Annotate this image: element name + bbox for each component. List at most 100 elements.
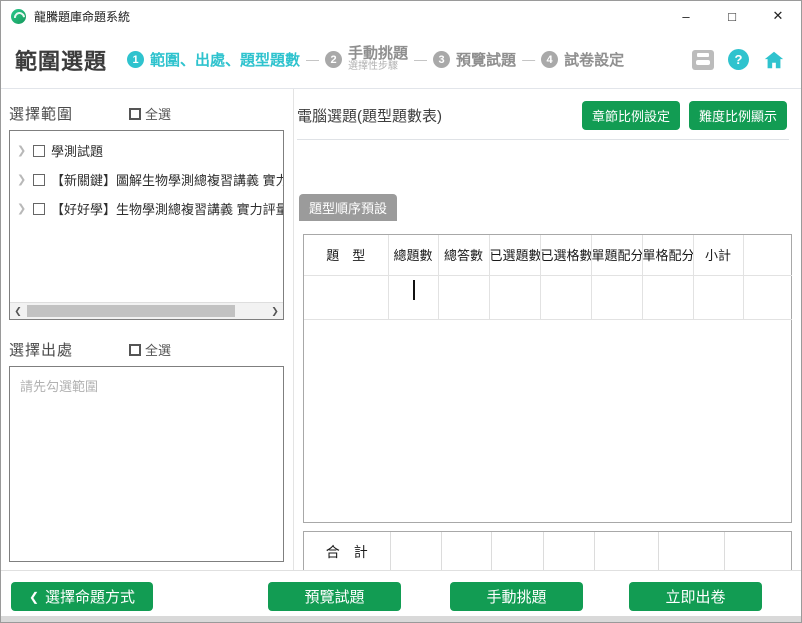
step-2-manual-pick[interactable]: 2 手動挑題 選擇性步驟 [325, 46, 408, 73]
window-controls: – □ ✕ [663, 1, 801, 31]
cell-points-per-cell[interactable] [642, 275, 693, 319]
tree-item-checkbox[interactable] [33, 145, 45, 157]
preview-questions-button[interactable]: 預覽試題 [268, 582, 401, 611]
step-dash: — [306, 52, 319, 67]
left-panel: 選擇範圍 全選 ❯ 學測試題 ❯ 【新關鍵】圖解生物學測總複習講義 實力評量 [9, 89, 284, 562]
step-4-label: 試卷設定 [564, 49, 624, 70]
col-total-answers: 總答數 [438, 235, 489, 275]
cell-selected-cells[interactable] [540, 275, 591, 319]
step-dash: — [522, 52, 535, 67]
tree-item-label: 【好好學】生物學測總複習講義 實力評量 [51, 199, 283, 218]
cell-points-per-question[interactable] [591, 275, 642, 319]
home-icon[interactable] [763, 49, 785, 71]
cell-question-type[interactable] [304, 275, 388, 319]
col-subtotal: 小計 [693, 235, 743, 275]
col-points-per-cell: 單格配分 [642, 235, 693, 275]
scroll-left-arrow[interactable]: ❮ [10, 303, 26, 319]
source-select-all-checkbox[interactable] [129, 344, 141, 356]
step-1-number: 1 [127, 51, 144, 68]
header: 範圍選題 1 範圍、出處、題型題數 — 2 手動挑題 選擇性步驟 — 3 預覽試… [1, 31, 801, 89]
close-button[interactable]: ✕ [755, 1, 801, 31]
step-3-number: 3 [433, 51, 450, 68]
col-points-per-question: 單題配分 [591, 235, 642, 275]
computer-select-header: 電腦選題(題型題數表) 章節比例設定 難度比例顯示 [297, 101, 795, 130]
cell-extra[interactable] [743, 275, 792, 319]
col-selected-questions: 已選題數 [489, 235, 540, 275]
col-total-questions: 總題數 [388, 235, 438, 275]
chevron-right-icon[interactable]: ❯ [17, 202, 29, 215]
totals-cell [658, 532, 724, 571]
app-logo-icon [11, 9, 26, 24]
step-3-preview[interactable]: 3 預覽試題 [433, 49, 516, 70]
horizontal-scrollbar[interactable]: ❮ ❯ [10, 302, 283, 319]
save-icon[interactable] [692, 50, 714, 70]
range-select-all: 全選 [129, 104, 171, 123]
manual-pick-button[interactable]: 手動挑題 [450, 582, 583, 611]
app-title: 龍騰題庫命題系統 [34, 8, 130, 25]
totals-cell [543, 532, 594, 571]
col-selected-cells: 已選格數 [540, 235, 591, 275]
header-icons: ? [692, 49, 785, 71]
cell-total-answers[interactable] [438, 275, 489, 319]
right-panel: 電腦選題(題型題數表) 章節比例設定 難度比例顯示 題型順序預設 [297, 89, 795, 572]
scrollbar-thumb[interactable] [27, 305, 235, 317]
tab-question-type-order[interactable]: 題型順序預設 [299, 194, 397, 221]
totals-cell [724, 532, 792, 571]
step-4-paper-settings[interactable]: 4 試卷設定 [541, 49, 624, 70]
source-placeholder: 請先勾選範圍 [20, 376, 273, 395]
export-paper-button[interactable]: 立即出卷 [629, 582, 762, 611]
cell-selected-questions[interactable] [489, 275, 540, 319]
totals-cell [390, 532, 441, 571]
choose-method-label: 選擇命題方式 [45, 586, 135, 607]
col-extra [743, 235, 792, 275]
page-title: 範圍選題 [15, 44, 107, 76]
totals-table: 合 計 [303, 531, 792, 572]
range-select-all-checkbox[interactable] [129, 108, 141, 120]
step-dash: — [414, 52, 427, 67]
question-type-table: 題 型 總題數 總答數 已選題數 已選格數 單題配分 單格配分 小計 [303, 234, 792, 523]
titlebar: 龍騰題庫命題系統 – □ ✕ [1, 1, 801, 31]
source-select-all-label: 全選 [145, 340, 171, 359]
tree-item-label: 【新關鍵】圖解生物學測總複習講義 實力評量 [51, 170, 283, 189]
wizard-steps: 1 範圍、出處、題型題數 — 2 手動挑題 選擇性步驟 — 3 預覽試題 — 4… [127, 46, 624, 73]
source-list: 請先勾選範圍 [9, 366, 284, 562]
difficulty-ratio-button[interactable]: 難度比例顯示 [689, 101, 787, 130]
range-section-header: 選擇範圍 全選 [9, 103, 284, 124]
divider [297, 139, 789, 140]
step-1-label: 範圍、出處、題型題數 [150, 49, 300, 70]
maximize-button[interactable]: □ [709, 1, 755, 31]
range-tree: ❯ 學測試題 ❯ 【新關鍵】圖解生物學測總複習講義 實力評量 ❯ 【好好學】生物… [9, 130, 284, 320]
table-header-row: 題 型 總題數 總答數 已選題數 已選格數 單題配分 單格配分 小計 [304, 235, 792, 275]
tree-item-checkbox[interactable] [33, 174, 45, 186]
totals-cell [594, 532, 658, 571]
tree-item-study-book[interactable]: ❯ 【好好學】生物學測總複習講義 實力評量 [10, 195, 283, 222]
totals-label: 合 計 [304, 532, 390, 571]
tree-item-label: 學測試題 [51, 141, 103, 160]
scroll-right-arrow[interactable]: ❯ [267, 303, 283, 319]
choose-method-back-button[interactable]: ❮ 選擇命題方式 [11, 582, 153, 611]
source-section-title: 選擇出處 [9, 339, 73, 360]
step-2-sublabel: 選擇性步驟 [348, 61, 408, 73]
cell-total-questions[interactable] [388, 275, 438, 319]
minimize-button[interactable]: – [663, 1, 709, 31]
source-select-all: 全選 [129, 340, 171, 359]
tree-item-newkey-book[interactable]: ❯ 【新關鍵】圖解生物學測總複習講義 實力評量 [10, 166, 283, 193]
chevron-right-icon[interactable]: ❯ [17, 144, 29, 157]
computer-select-title: 電腦選題(題型題數表) [297, 105, 442, 126]
main-area: 選擇範圍 全選 ❯ 學測試題 ❯ 【新關鍵】圖解生物學測總複習講義 實力評量 [1, 89, 801, 572]
help-icon[interactable]: ? [728, 49, 749, 70]
tree-item-checkbox[interactable] [33, 203, 45, 215]
cell-subtotal[interactable] [693, 275, 743, 319]
totals-cell [491, 532, 543, 571]
tree-item-exam[interactable]: ❯ 學測試題 [10, 137, 283, 164]
chevron-right-icon[interactable]: ❯ [17, 173, 29, 186]
step-2-number: 2 [325, 51, 342, 68]
step-1-range[interactable]: 1 範圍、出處、題型題數 [127, 49, 300, 70]
col-question-type: 題 型 [304, 235, 388, 275]
source-section-header: 選擇出處 全選 [9, 339, 284, 360]
totals-row: 合 計 [304, 532, 792, 571]
step-2-label: 手動挑題 [348, 46, 408, 61]
chapter-ratio-button[interactable]: 章節比例設定 [582, 101, 680, 130]
text-caret [413, 280, 415, 300]
step-4-number: 4 [541, 51, 558, 68]
